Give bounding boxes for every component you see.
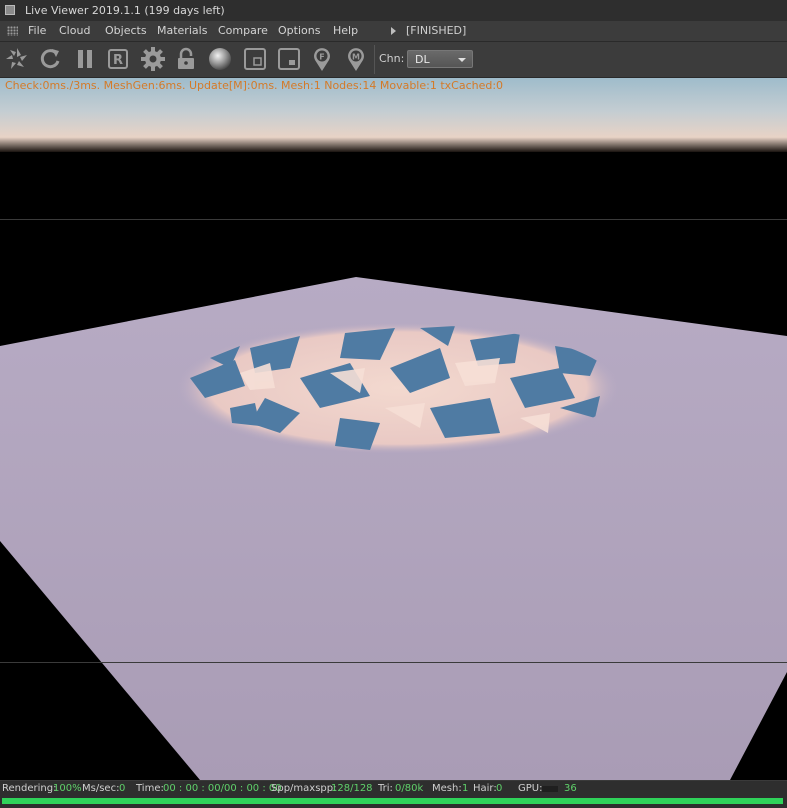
menu-objects[interactable]: Objects — [105, 24, 147, 37]
menu-help[interactable]: Help — [333, 24, 358, 37]
render-progress-bar — [2, 798, 783, 804]
focus-picker-icon[interactable]: F — [308, 45, 336, 73]
channel-select[interactable]: DL — [407, 50, 473, 68]
render-status: [FINISHED] — [406, 24, 467, 37]
pause-icon[interactable] — [71, 45, 99, 73]
time-label: Time: — [136, 783, 164, 794]
menu-file[interactable]: File — [28, 24, 46, 37]
render-progress-fill — [2, 798, 783, 804]
restart-icon[interactable] — [36, 45, 64, 73]
spp-value: 128/128 — [331, 783, 373, 794]
mesh-value: 1 — [462, 783, 469, 794]
region-line-top — [0, 219, 787, 220]
channel-label: Chn: — [379, 52, 405, 65]
lock-icon[interactable] — [172, 45, 200, 73]
toolbar-separator — [374, 45, 375, 74]
material-picker-glyph: M — [352, 53, 360, 62]
menu-materials[interactable]: Materials — [157, 24, 207, 37]
region-render-glyph: R — [113, 53, 123, 68]
menu-cloud[interactable]: Cloud — [59, 24, 90, 37]
gpu-gauge — [542, 786, 558, 792]
settings-gear-icon[interactable] — [139, 45, 167, 73]
mesh-label: Mesh: — [432, 783, 462, 794]
menu-bar: File Cloud Objects Materials Compare Opt… — [0, 21, 787, 42]
hair-label: Hair: — [473, 783, 497, 794]
focus-picker-glyph: F — [319, 53, 324, 62]
region-render-icon[interactable]: R — [104, 45, 132, 73]
send-scene-icon[interactable] — [3, 45, 31, 73]
menu-compare[interactable]: Compare — [218, 24, 268, 37]
hair-value: 0 — [496, 783, 503, 794]
grip-icon[interactable] — [7, 26, 18, 36]
toolbar: R F M Chn: DL — [0, 42, 787, 78]
viewport-region-icon[interactable] — [241, 45, 269, 73]
mssec-label: Ms/sec: — [82, 783, 120, 794]
rendering-label: Rendering: — [2, 783, 57, 794]
region-line-bottom — [0, 662, 787, 663]
window-title: Live Viewer 2019.1.1 (199 days left) — [25, 4, 225, 17]
play-icon — [391, 27, 396, 35]
tri-value: 0/80k — [395, 783, 424, 794]
render-viewport[interactable]: Check:0ms./3ms. MeshGen:6ms. Update[M]:0… — [0, 78, 787, 780]
menu-options[interactable]: Options — [278, 24, 320, 37]
film-region-icon[interactable] — [275, 45, 303, 73]
mssec-value: 0 — [119, 783, 126, 794]
render-image — [0, 78, 787, 780]
gpu-value: 36 — [564, 783, 577, 794]
material-picker-icon[interactable]: M — [342, 45, 370, 73]
status-bar: Rendering: 100% Ms/sec: 0 Time: 00 : 00 … — [0, 781, 787, 808]
title-bar: Live Viewer 2019.1.1 (199 days left) — [0, 0, 787, 22]
chevron-down-icon — [458, 58, 466, 62]
app-icon — [5, 5, 15, 15]
viewport-stats: Check:0ms./3ms. MeshGen:6ms. Update[M]:0… — [5, 79, 504, 92]
gpu-label: GPU: — [518, 783, 543, 794]
spp-label: Spp/maxspp: — [271, 783, 337, 794]
channel-select-value: DL — [415, 53, 430, 66]
material-sphere-icon[interactable] — [206, 45, 234, 73]
rendering-value: 100% — [53, 783, 82, 794]
tri-label: Tri: — [378, 783, 393, 794]
time-value: 00 : 00 : 00/00 : 00 : 00 — [163, 783, 282, 794]
